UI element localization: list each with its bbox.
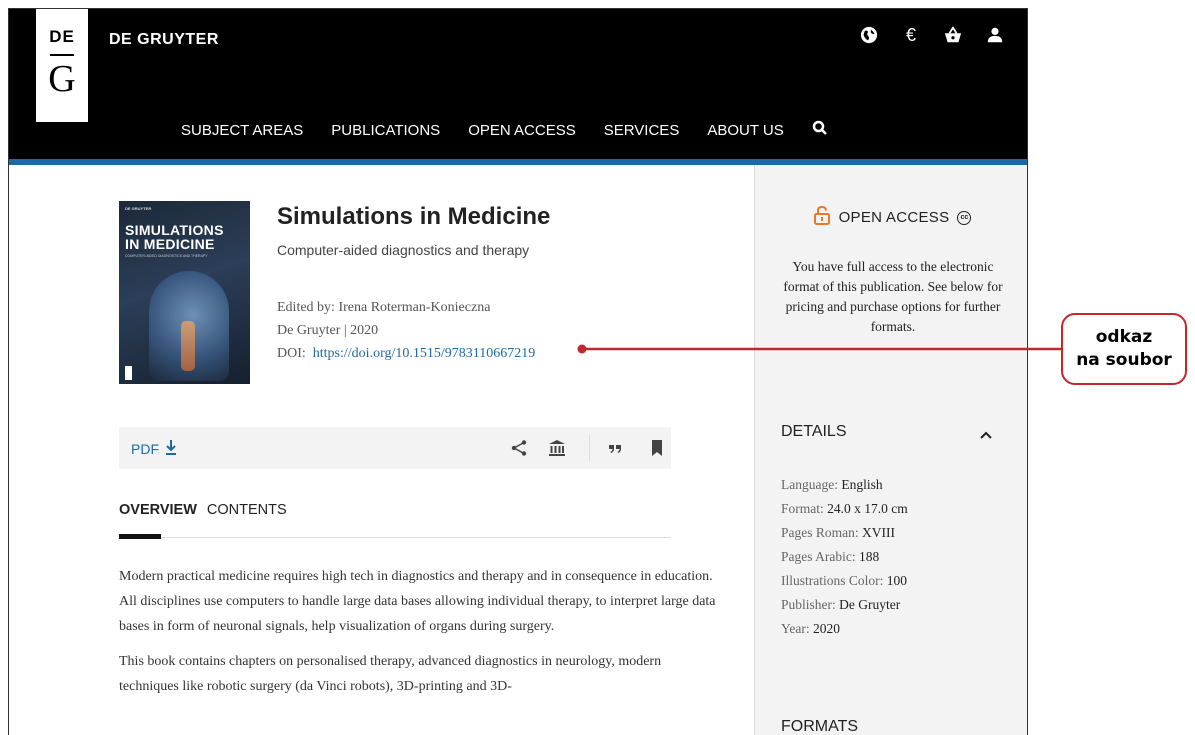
callout-box: odkaz na soubor [1061, 313, 1187, 385]
doi-line: DOI: https://doi.org/10.1515/97831106672… [277, 342, 535, 365]
bookmark-icon[interactable] [647, 438, 667, 458]
nav-open-access[interactable]: OPEN ACCESS [468, 122, 576, 139]
detail-value: XVIII [862, 525, 895, 540]
sidebar: OPEN ACCESS cc You have full access to t… [754, 165, 1027, 735]
doi-label: DOI: [277, 346, 306, 361]
editor-line: Edited by: Irena Roterman-Konieczna [277, 296, 535, 319]
euro-icon[interactable]: € [899, 23, 923, 47]
detail-value: 100 [886, 573, 907, 588]
detail-label: Year: [781, 621, 810, 636]
nav-about-us[interactable]: ABOUT US [707, 122, 783, 139]
detail-value: 2020 [813, 621, 841, 636]
overview-text: Modern practical medicine requires high … [119, 564, 719, 709]
detail-label: Publisher: [781, 597, 836, 612]
content-tabs: OVERVIEW CONTENTS [119, 502, 287, 518]
open-access-label: OPEN ACCESS [838, 209, 950, 226]
cover-title: SIMULATIONS IN MEDICINE [125, 223, 224, 251]
cover-title-line-2: IN MEDICINE [125, 236, 215, 252]
tabs-divider [119, 537, 671, 538]
detail-value: English [841, 477, 883, 492]
user-icon[interactable] [983, 23, 1007, 47]
page-subtitle: Computer-aided diagnostics and therapy [277, 242, 530, 258]
detail-illustrations-color: Illustrations Color: 100 [781, 569, 908, 593]
site-header: DE G DE GRUYTER € SUBJECT AREAS PUBLICAT… [9, 9, 1027, 159]
details-heading[interactable]: DETAILS [781, 423, 847, 441]
pdf-download-button[interactable]: PDF [131, 439, 177, 458]
search-icon[interactable] [812, 120, 828, 140]
detail-label: Format: [781, 501, 824, 516]
header-icons: € [857, 23, 1007, 47]
nav-subject-areas[interactable]: SUBJECT AREAS [181, 122, 303, 139]
lock-open-icon [813, 205, 831, 230]
editor-name[interactable]: Irena Roterman-Konieczna [338, 300, 490, 315]
detail-value: De Gruyter [839, 597, 901, 612]
pdf-label: PDF [131, 440, 159, 457]
publisher-line: De Gruyter | 2020 [277, 323, 379, 338]
open-access-header: OPEN ACCESS cc [755, 205, 1027, 230]
cover-publisher: DE GRUYTER [125, 206, 152, 211]
detail-pages-arabic: Pages Arabic: 188 [781, 545, 908, 569]
toolbar-divider [589, 435, 590, 461]
tab-contents[interactable]: CONTENTS [207, 502, 287, 518]
detail-value: 24.0 x 17.0 cm [827, 501, 908, 516]
quote-icon[interactable] [605, 438, 625, 458]
details-list: Language: English Format: 24.0 x 17.0 cm… [781, 473, 908, 641]
cover-spine-illustration [181, 321, 195, 371]
nav-services[interactable]: SERVICES [604, 122, 680, 139]
callout-text-line-2: na soubor [1076, 350, 1172, 370]
download-icon [165, 439, 177, 458]
editor-label: Edited by: [277, 300, 335, 315]
book-cover[interactable]: DE GRUYTER SIMULATIONS IN MEDICINE COMPU… [119, 201, 250, 384]
brand-name[interactable]: DE GRUYTER [109, 31, 219, 49]
detail-label: Language: [781, 477, 838, 492]
action-toolbar: PDF [119, 427, 671, 469]
overview-paragraph: Modern practical medicine requires high … [119, 569, 716, 634]
detail-label: Pages Arabic: [781, 549, 856, 564]
logo[interactable]: DE G [36, 9, 88, 122]
open-access-description: You have full access to the electronic f… [783, 259, 1003, 334]
tab-overview[interactable]: OVERVIEW [119, 502, 197, 518]
overview-paragraph: This book contains chapters on personali… [119, 654, 662, 694]
institution-icon[interactable] [547, 438, 567, 458]
detail-publisher: Publisher: De Gruyter [781, 593, 908, 617]
globe-icon[interactable] [857, 23, 881, 47]
active-tab-indicator [119, 534, 161, 539]
page-title: Simulations in Medicine [277, 203, 551, 230]
share-icon[interactable] [509, 438, 529, 458]
logo-divider [50, 54, 74, 56]
cover-title-line-1: SIMULATIONS [125, 222, 224, 238]
chevron-up-icon[interactable] [979, 427, 993, 445]
detail-label: Illustrations Color: [781, 573, 884, 588]
detail-pages-roman: Pages Roman: XVIII [781, 521, 908, 545]
cover-tag [125, 366, 132, 380]
cover-subtitle: COMPUTER-AIDED DIAGNOSTICS AND THERAPY [125, 254, 208, 258]
basket-icon[interactable] [941, 23, 965, 47]
detail-value: 188 [858, 549, 880, 564]
formats-heading[interactable]: FORMATS [781, 718, 858, 735]
callout-text-line-1: odkaz [1095, 327, 1153, 347]
doi-link[interactable]: https://doi.org/10.1515/9783110667219 [313, 346, 535, 361]
nav-publications[interactable]: PUBLICATIONS [331, 122, 440, 139]
detail-label: Pages Roman: [781, 525, 859, 540]
browser-viewport: DE G DE GRUYTER € SUBJECT AREAS PUBLICAT… [8, 8, 1028, 735]
detail-year: Year: 2020 [781, 617, 908, 641]
detail-language: Language: English [781, 473, 908, 497]
creative-commons-icon[interactable]: cc [957, 210, 972, 225]
logo-text-bottom: G [48, 58, 76, 100]
logo-text-top: DE [49, 27, 75, 46]
book-meta: Edited by: Irena Roterman-Konieczna De G… [277, 296, 535, 365]
main-nav: SUBJECT AREAS PUBLICATIONS OPEN ACCESS S… [181, 120, 828, 140]
detail-format: Format: 24.0 x 17.0 cm [781, 497, 908, 521]
